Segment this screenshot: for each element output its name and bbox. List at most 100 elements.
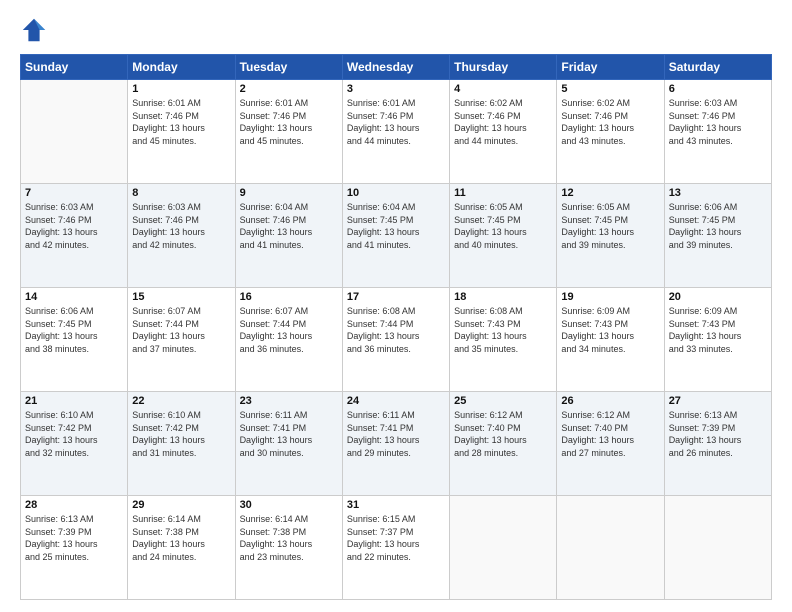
logo-icon	[20, 16, 48, 44]
calendar-cell: 17 Sunrise: 6:08 AM Sunset: 7:44 PM Dayli…	[342, 288, 449, 392]
calendar-cell: 30Sunrise: 6:14 AM Sunset: 7:38 PM Dayli…	[235, 496, 342, 600]
calendar-cell: 15 Sunrise: 6:07 AM Sunset: 7:44 PM Dayli…	[128, 288, 235, 392]
calendar-cell: 18 Sunrise: 6:08 AM Sunset: 7:43 PM Dayli…	[450, 288, 557, 392]
calendar-cell: 27Sunrise: 6:13 AM Sunset: 7:39 PM Dayli…	[664, 392, 771, 496]
column-header-friday: Friday	[557, 55, 664, 80]
calendar-cell: 8 Sunrise: 6:03 AM Sunset: 7:46 PM Daylig…	[128, 184, 235, 288]
day-number: 28	[25, 499, 123, 511]
calendar-cell: 7 Sunrise: 6:03 AM Sunset: 7:46 PM Daylig…	[21, 184, 128, 288]
day-number: 26	[561, 395, 659, 407]
day-number: 27	[669, 395, 767, 407]
cell-info: Sunrise: 6:02 AM Sunset: 7:46 PM Dayligh…	[561, 97, 659, 147]
calendar-cell: 29 Sunrise: 6:14 AM Sunset: 7:38 PM Dayli…	[128, 496, 235, 600]
calendar-cell	[21, 80, 128, 184]
calendar-header-row: SundayMondayTuesdayWednesdayThursdayFrid…	[21, 55, 772, 80]
day-number: 23	[240, 395, 338, 407]
cell-info: Sunrise: 6:06 AM Sunset: 7:45 PM Dayligh…	[25, 305, 123, 355]
week-row-1: 1 Sunrise: 6:01 AM Sunset: 7:46 PM Daylig…	[21, 80, 772, 184]
calendar-body: 1 Sunrise: 6:01 AM Sunset: 7:46 PM Daylig…	[21, 80, 772, 600]
cell-info: Sunrise: 6:08 AM Sunset: 7:43 PM Dayligh…	[454, 305, 552, 355]
day-number: 15	[132, 291, 230, 303]
cell-info: Sunrise: 6:13 AM Sunset: 7:39 PM Dayligh…	[25, 513, 123, 563]
day-number: 14	[25, 291, 123, 303]
day-number: 17	[347, 291, 445, 303]
cell-info: Sunrise: 6:05 AM Sunset: 7:45 PM Dayligh…	[454, 201, 552, 251]
day-number: 6	[669, 83, 767, 95]
calendar-cell: 23 Sunrise: 6:11 AM Sunset: 7:41 PM Dayli…	[235, 392, 342, 496]
cell-info: Sunrise: 6:01 AM Sunset: 7:46 PM Dayligh…	[132, 97, 230, 147]
day-number: 9	[240, 187, 338, 199]
day-number: 25	[454, 395, 552, 407]
cell-info: Sunrise: 6:01 AM Sunset: 7:46 PM Dayligh…	[347, 97, 445, 147]
cell-info: Sunrise: 6:14 AM Sunset: 7:38 PM Dayligh…	[132, 513, 230, 563]
logo	[20, 16, 52, 44]
cell-info: Sunrise: 6:08 AM Sunset: 7:44 PM Dayligh…	[347, 305, 445, 355]
week-row-2: 7 Sunrise: 6:03 AM Sunset: 7:46 PM Daylig…	[21, 184, 772, 288]
day-number: 31	[347, 499, 445, 511]
cell-info: Sunrise: 6:03 AM Sunset: 7:46 PM Dayligh…	[25, 201, 123, 251]
calendar-cell: 10 Sunrise: 6:04 AM Sunset: 7:45 PM Dayli…	[342, 184, 449, 288]
cell-info: Sunrise: 6:03 AM Sunset: 7:46 PM Dayligh…	[669, 97, 767, 147]
week-row-4: 21 Sunrise: 6:10 AM Sunset: 7:42 PM Dayli…	[21, 392, 772, 496]
cell-info: Sunrise: 6:09 AM Sunset: 7:43 PM Dayligh…	[561, 305, 659, 355]
day-number: 22	[132, 395, 230, 407]
calendar-cell: 26Sunrise: 6:12 AM Sunset: 7:40 PM Dayli…	[557, 392, 664, 496]
cell-info: Sunrise: 6:06 AM Sunset: 7:45 PM Dayligh…	[669, 201, 767, 251]
week-row-3: 14 Sunrise: 6:06 AM Sunset: 7:45 PM Dayli…	[21, 288, 772, 392]
cell-info: Sunrise: 6:10 AM Sunset: 7:42 PM Dayligh…	[25, 409, 123, 459]
day-number: 2	[240, 83, 338, 95]
day-number: 18	[454, 291, 552, 303]
column-header-monday: Monday	[128, 55, 235, 80]
cell-info: Sunrise: 6:11 AM Sunset: 7:41 PM Dayligh…	[240, 409, 338, 459]
cell-info: Sunrise: 6:10 AM Sunset: 7:42 PM Dayligh…	[132, 409, 230, 459]
cell-info: Sunrise: 6:04 AM Sunset: 7:45 PM Dayligh…	[347, 201, 445, 251]
day-number: 10	[347, 187, 445, 199]
day-number: 8	[132, 187, 230, 199]
cell-info: Sunrise: 6:02 AM Sunset: 7:46 PM Dayligh…	[454, 97, 552, 147]
column-header-saturday: Saturday	[664, 55, 771, 80]
day-number: 7	[25, 187, 123, 199]
calendar-cell: 5 Sunrise: 6:02 AM Sunset: 7:46 PM Daylig…	[557, 80, 664, 184]
calendar-cell: 21 Sunrise: 6:10 AM Sunset: 7:42 PM Dayli…	[21, 392, 128, 496]
cell-info: Sunrise: 6:04 AM Sunset: 7:46 PM Dayligh…	[240, 201, 338, 251]
day-number: 13	[669, 187, 767, 199]
cell-info: Sunrise: 6:09 AM Sunset: 7:43 PM Dayligh…	[669, 305, 767, 355]
day-number: 5	[561, 83, 659, 95]
cell-info: Sunrise: 6:07 AM Sunset: 7:44 PM Dayligh…	[132, 305, 230, 355]
calendar-cell: 24Sunrise: 6:11 AM Sunset: 7:41 PM Dayli…	[342, 392, 449, 496]
day-number: 1	[132, 83, 230, 95]
day-number: 21	[25, 395, 123, 407]
page: SundayMondayTuesdayWednesdayThursdayFrid…	[0, 0, 792, 612]
calendar-cell: 1 Sunrise: 6:01 AM Sunset: 7:46 PM Daylig…	[128, 80, 235, 184]
calendar-table: SundayMondayTuesdayWednesdayThursdayFrid…	[20, 54, 772, 600]
calendar-cell: 3 Sunrise: 6:01 AM Sunset: 7:46 PM Daylig…	[342, 80, 449, 184]
cell-info: Sunrise: 6:05 AM Sunset: 7:45 PM Dayligh…	[561, 201, 659, 251]
day-number: 16	[240, 291, 338, 303]
calendar-cell: 25 Sunrise: 6:12 AM Sunset: 7:40 PM Dayli…	[450, 392, 557, 496]
column-header-tuesday: Tuesday	[235, 55, 342, 80]
calendar-cell: 31 Sunrise: 6:15 AM Sunset: 7:37 PM Dayli…	[342, 496, 449, 600]
day-number: 30	[240, 499, 338, 511]
calendar-cell: 9 Sunrise: 6:04 AM Sunset: 7:46 PM Daylig…	[235, 184, 342, 288]
cell-info: Sunrise: 6:12 AM Sunset: 7:40 PM Dayligh…	[454, 409, 552, 459]
calendar-cell	[450, 496, 557, 600]
day-number: 3	[347, 83, 445, 95]
cell-info: Sunrise: 6:11 AM Sunset: 7:41 PM Dayligh…	[347, 409, 445, 459]
calendar-cell: 20Sunrise: 6:09 AM Sunset: 7:43 PM Dayli…	[664, 288, 771, 392]
column-header-wednesday: Wednesday	[342, 55, 449, 80]
calendar-cell: 12 Sunrise: 6:05 AM Sunset: 7:45 PM Dayli…	[557, 184, 664, 288]
calendar-cell: 6 Sunrise: 6:03 AM Sunset: 7:46 PM Daylig…	[664, 80, 771, 184]
calendar-cell	[557, 496, 664, 600]
cell-info: Sunrise: 6:15 AM Sunset: 7:37 PM Dayligh…	[347, 513, 445, 563]
day-number: 11	[454, 187, 552, 199]
week-row-5: 28 Sunrise: 6:13 AM Sunset: 7:39 PM Dayli…	[21, 496, 772, 600]
cell-info: Sunrise: 6:03 AM Sunset: 7:46 PM Dayligh…	[132, 201, 230, 251]
calendar-cell: 28 Sunrise: 6:13 AM Sunset: 7:39 PM Dayli…	[21, 496, 128, 600]
calendar-cell: 14 Sunrise: 6:06 AM Sunset: 7:45 PM Dayli…	[21, 288, 128, 392]
calendar-cell	[664, 496, 771, 600]
day-number: 12	[561, 187, 659, 199]
calendar-cell: 4Sunrise: 6:02 AM Sunset: 7:46 PM Daylig…	[450, 80, 557, 184]
calendar-cell: 2Sunrise: 6:01 AM Sunset: 7:46 PM Daylig…	[235, 80, 342, 184]
day-number: 29	[132, 499, 230, 511]
cell-info: Sunrise: 6:07 AM Sunset: 7:44 PM Dayligh…	[240, 305, 338, 355]
